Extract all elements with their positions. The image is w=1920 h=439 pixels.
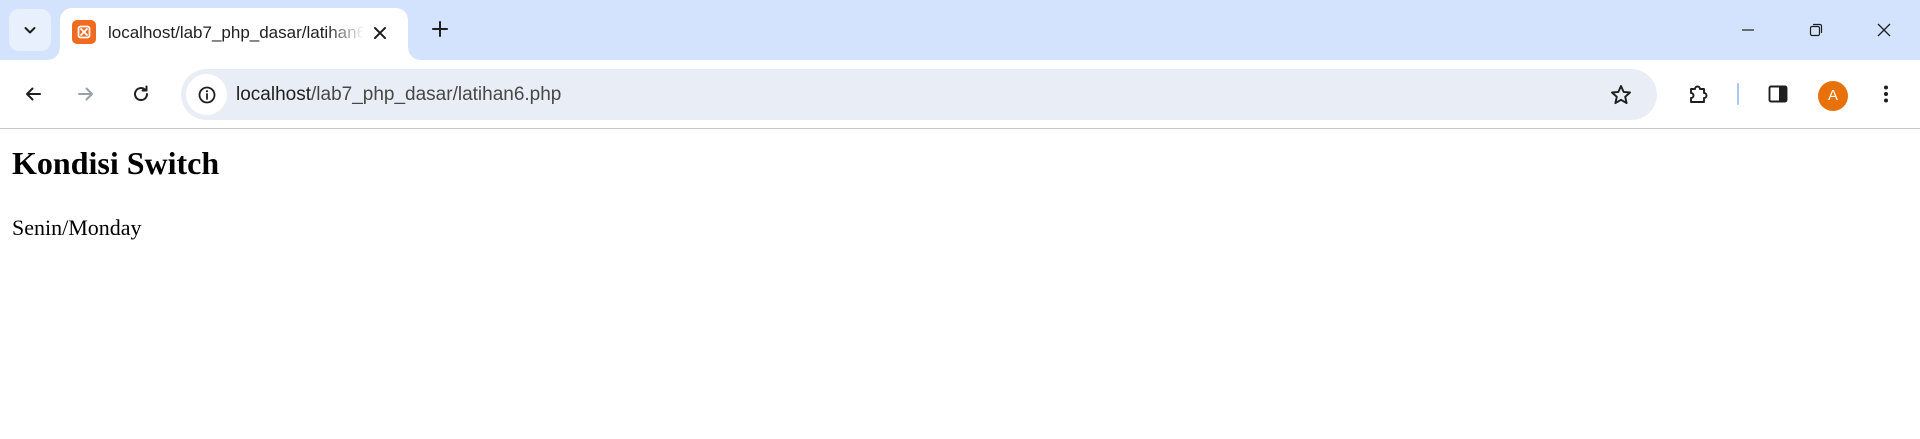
site-info-button[interactable] — [186, 74, 227, 115]
info-icon — [197, 85, 217, 105]
restore-button[interactable] — [1782, 0, 1850, 60]
address-bar[interactable]: localhost/lab7_php_dasar/latihan6.php — [181, 69, 1657, 120]
tab-search-button[interactable] — [9, 9, 51, 51]
side-panel-button[interactable] — [1758, 74, 1798, 114]
minimize-icon — [1740, 22, 1756, 38]
reload-button[interactable] — [121, 74, 161, 114]
url-path: /lab7_php_dasar/latihan6.php — [311, 84, 562, 105]
menu-button[interactable] — [1866, 74, 1906, 114]
page-heading: Kondisi Switch — [12, 145, 220, 181]
xampp-icon — [72, 20, 96, 44]
side-panel-icon — [1767, 83, 1789, 105]
reload-icon — [131, 84, 151, 104]
profile-avatar[interactable]: A — [1818, 81, 1848, 111]
tab-strip: localhost/lab7_php_dasar/latihan6.php — [0, 0, 1920, 60]
more-vertical-icon — [1876, 84, 1896, 104]
new-tab-button[interactable] — [422, 11, 458, 47]
url-text[interactable]: localhost/lab7_php_dasar/latihan6.php — [236, 69, 561, 120]
restore-icon — [1808, 22, 1824, 38]
url-host: localhost — [236, 84, 311, 105]
plus-icon — [431, 20, 449, 38]
switch-output-text: Senin/Monday — [12, 215, 142, 240]
star-icon — [1609, 83, 1633, 107]
forward-button[interactable] — [66, 74, 106, 114]
page-content: Kondisi Switch Senin/Monday — [0, 130, 1920, 439]
window-close-button[interactable] — [1850, 0, 1918, 60]
puzzle-icon — [1686, 82, 1710, 106]
arrow-right-icon — [76, 84, 96, 104]
tab-title: localhost/lab7_php_dasar/latihan6.php — [108, 23, 364, 42]
arrow-left-icon — [23, 84, 43, 104]
close-icon — [1876, 22, 1892, 38]
back-button[interactable] — [13, 74, 53, 114]
bookmark-button[interactable] — [1601, 75, 1641, 115]
browser-toolbar: localhost/lab7_php_dasar/latihan6.php A — [0, 60, 1920, 129]
minimize-button[interactable] — [1714, 0, 1782, 60]
extensions-button[interactable] — [1678, 74, 1718, 114]
active-tab[interactable]: localhost/lab7_php_dasar/latihan6.php — [48, 8, 420, 60]
toolbar-separator — [1737, 83, 1739, 105]
chevron-down-icon — [22, 22, 38, 38]
close-tab-icon[interactable] — [366, 19, 394, 47]
